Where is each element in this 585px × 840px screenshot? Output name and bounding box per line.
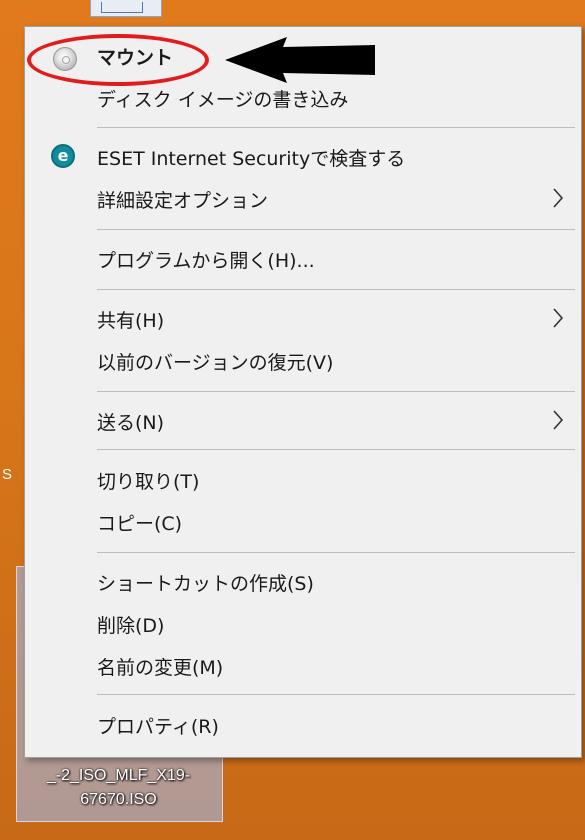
iso-file-label[interactable]: _-2_ISO_MLF_X19- 67670.ISO bbox=[16, 764, 221, 812]
icon-glyph bbox=[101, 2, 143, 13]
menu-item-rename[interactable]: 名前の変更(M) bbox=[25, 645, 581, 687]
menu-separator bbox=[97, 229, 575, 230]
menu-item-share[interactable]: 共有(H) bbox=[25, 298, 581, 340]
menu-separator bbox=[97, 552, 575, 553]
menu-separator bbox=[97, 289, 575, 290]
red-highlight-circle bbox=[27, 34, 209, 86]
iso-label-line1: _-2_ISO_MLF_X19- bbox=[46, 767, 191, 784]
menu-item-send-to[interactable]: 送る(N) bbox=[25, 400, 581, 442]
menu-item-label: 共有(H) bbox=[97, 310, 165, 332]
menu-separator bbox=[97, 694, 575, 695]
menu-item-open-with[interactable]: プログラムから開く(H)... bbox=[25, 238, 581, 280]
menu-item-label: コピー(C) bbox=[97, 513, 183, 535]
menu-item-copy[interactable]: コピー(C) bbox=[25, 501, 581, 543]
menu-separator bbox=[97, 127, 575, 128]
menu-item-label: 削除(D) bbox=[97, 615, 165, 637]
chevron-right-icon bbox=[553, 188, 564, 208]
menu-item-label: プログラムから開く(H)... bbox=[97, 250, 315, 272]
desktop-icon-partial[interactable] bbox=[90, 0, 162, 17]
context-menu: マウント ディスク イメージの書き込み e ESET Internet Secu… bbox=[24, 26, 582, 758]
eset-icon: e bbox=[51, 144, 75, 168]
menu-item-label: 名前の変更(M) bbox=[97, 657, 224, 679]
desktop-text-fragment: S bbox=[2, 466, 13, 483]
menu-item-delete[interactable]: 削除(D) bbox=[25, 603, 581, 645]
menu-item-label: 切り取り(T) bbox=[97, 471, 200, 493]
menu-item-label: 以前のバージョンの復元(V) bbox=[97, 352, 334, 374]
menu-item-advanced-options[interactable]: 詳細設定オプション bbox=[25, 178, 581, 220]
iso-label-line2: 67670.ISO bbox=[80, 791, 157, 808]
chevron-right-icon bbox=[553, 410, 564, 430]
menu-item-restore-previous-versions[interactable]: 以前のバージョンの復元(V) bbox=[25, 340, 581, 382]
menu-item-label: 詳細設定オプション bbox=[97, 190, 269, 212]
menu-separator bbox=[97, 391, 575, 392]
menu-item-label: ショートカットの作成(S) bbox=[97, 573, 314, 595]
menu-item-label: 送る(N) bbox=[97, 412, 165, 434]
menu-item-create-shortcut[interactable]: ショートカットの作成(S) bbox=[25, 561, 581, 603]
menu-item-cut[interactable]: 切り取り(T) bbox=[25, 459, 581, 501]
menu-item-properties[interactable]: プロパティ(R) bbox=[25, 704, 581, 746]
black-pointer-arrow-icon bbox=[225, 37, 375, 83]
menu-item-label: プロパティ(R) bbox=[97, 716, 219, 738]
chevron-right-icon bbox=[553, 308, 564, 328]
menu-item-label: ディスク イメージの書き込み bbox=[97, 89, 349, 111]
menu-separator bbox=[97, 449, 575, 450]
menu-item-label: ESET Internet Securityで検査する bbox=[97, 148, 406, 170]
menu-item-eset-scan[interactable]: e ESET Internet Securityで検査する bbox=[25, 136, 581, 178]
